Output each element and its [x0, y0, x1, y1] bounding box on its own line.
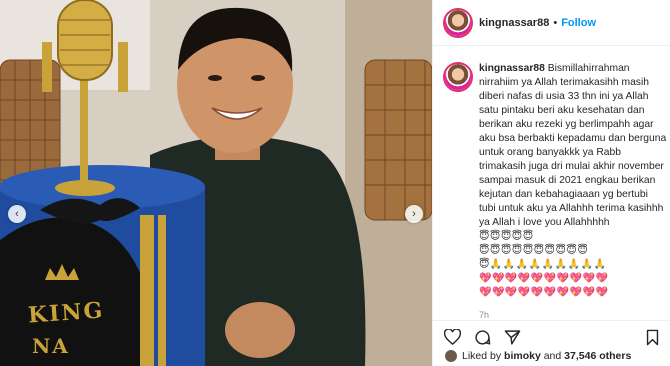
follow-button[interactable]: Follow [561, 17, 596, 29]
caption-body: kingnassar88 Bismillahirrahman nirrahiim… [479, 62, 667, 322]
caption-username[interactable]: kingnassar88 [479, 63, 545, 74]
likes-count[interactable]: 37,546 others [564, 350, 631, 362]
emoji-line: 😇😇😇😇😇 [479, 231, 534, 242]
post-details-panel: kingnassar88 • Follow kingnassar88 Bismi… [432, 0, 670, 366]
emoji-line: 😇😇😇😇😇😇😇😇😇😇 [479, 245, 589, 256]
cake-name-text: NA [32, 334, 70, 358]
chevron-right-icon[interactable]: › [405, 205, 423, 223]
cake-king-text: KING [27, 297, 106, 329]
chevron-left-icon[interactable]: ‹ [8, 205, 26, 223]
post-photo[interactable]: KING NA ‹ › [0, 0, 432, 366]
action-bar [433, 320, 670, 348]
emoji-line: 💖💖💖💖💖💖💖💖💖💖 [479, 287, 609, 298]
comment-icon[interactable] [473, 328, 491, 346]
bookmark-icon[interactable] [643, 328, 661, 346]
caption-comment: kingnassar88 Bismillahirrahman nirrahiim… [443, 62, 667, 322]
liked-by-prefix: Liked by [462, 350, 502, 362]
separator-dot: • [553, 16, 558, 29]
liker-avatar[interactable] [445, 350, 457, 362]
caption-avatar[interactable] [443, 62, 473, 92]
caption-text: Bismillahirrahman nirrahiim ya Allah ter… [479, 63, 667, 228]
username-link[interactable]: kingnassar88 [479, 17, 549, 29]
story-ring [443, 62, 473, 92]
post-header: kingnassar88 • Follow [433, 0, 670, 46]
likes-summary: Liked by bimoky and 37,546 others [445, 350, 631, 362]
liker-username[interactable]: bimoky [504, 350, 541, 362]
emoji-line: 💖💖💖💖💖💖💖💖💖💖 [479, 273, 609, 284]
story-ring [443, 7, 473, 38]
liked-and: and [543, 350, 562, 362]
emoji-line: 😇🙏🙏🙏🙏🙏🙏🙏🙏🙏 [479, 259, 607, 270]
heart-icon[interactable] [443, 328, 461, 346]
share-icon[interactable] [503, 328, 521, 346]
avatar[interactable] [443, 7, 473, 38]
